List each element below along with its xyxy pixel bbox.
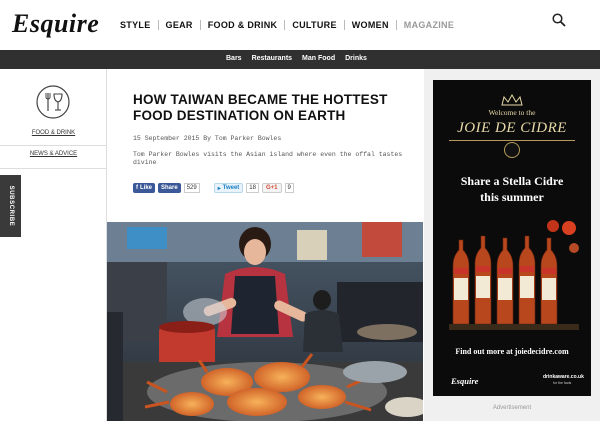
- article-standfirst: Tom Parker Bowles visits the Asian islan…: [133, 151, 403, 166]
- like-label: Like: [140, 185, 153, 191]
- article-byline: 15 September 2015 By Tom Parker Bowles: [133, 135, 282, 142]
- subnav-restaurants[interactable]: Restaurants: [252, 55, 292, 62]
- facebook-share-button[interactable]: Share: [158, 183, 181, 193]
- crown-icon: [501, 94, 523, 106]
- subscribe-label: SUBSCRIBE: [8, 185, 14, 227]
- left-sidebar: FOOD & DRINK NEWS & ADVICE: [0, 69, 107, 421]
- nav-food-drink[interactable]: FOOD & DRINK: [201, 20, 286, 30]
- fork-and-glass-icon: [36, 85, 70, 119]
- page: Esquire STYLE GEAR FOOD & DRINK CULTURE …: [0, 0, 600, 421]
- stella-artois-logo: [504, 142, 520, 158]
- hero-image-taiwan-food-stall: [107, 222, 423, 421]
- ad-welcome-text: Welcome to the: [488, 108, 536, 117]
- ad-area: Welcome to the JOIE DE CIDRE Share a Ste…: [424, 69, 600, 421]
- section-link-food-drink[interactable]: FOOD & DRINK: [0, 130, 107, 136]
- ad-headline-line1: Share a Stella Cidre: [460, 174, 564, 188]
- ad-headline-line2: this summer: [480, 190, 544, 204]
- drinkaware-logo: drinkaware.co.uk: [543, 374, 584, 380]
- social-share-bar: f Like Share 529 ▸ Tweet 18 G+1 9: [133, 183, 294, 193]
- nav-style[interactable]: STYLE: [113, 20, 159, 30]
- advertisement-label: Advertisement: [492, 405, 532, 411]
- subnav-drinks[interactable]: Drinks: [345, 55, 367, 62]
- twitter-bird-icon: ▸: [217, 185, 221, 192]
- nav-magazine[interactable]: MAGAZINE: [397, 20, 461, 30]
- tweet-label: Tweet: [222, 185, 240, 191]
- section-badge: FOOD & DRINK: [0, 69, 107, 146]
- nav-women[interactable]: WOMEN: [345, 20, 397, 30]
- ad-cta-link[interactable]: Find out more at joiedecidre.com: [433, 347, 591, 356]
- news-advice-link[interactable]: NEWS & ADVICE: [0, 151, 107, 157]
- nav-gear[interactable]: GEAR: [159, 20, 201, 30]
- article-headline: HOW TAIWAN BECAME THE HOTTEST FOOD DESTI…: [133, 92, 388, 123]
- ad-title: JOIE DE CIDRE: [457, 120, 567, 136]
- google-plus-button[interactable]: G+1: [261, 183, 282, 193]
- search-icon[interactable]: [552, 13, 566, 27]
- share-count: 529: [183, 183, 200, 193]
- esquire-logo[interactable]: Esquire: [12, 9, 99, 39]
- subscribe-tab[interactable]: SUBSCRIBE: [0, 175, 21, 237]
- ad-esquire-logo: Esquire: [451, 376, 479, 386]
- subnav-bars[interactable]: Bars: [226, 55, 242, 62]
- facebook-like-button[interactable]: f Like: [133, 183, 156, 193]
- cider-bottles-image: [449, 220, 579, 330]
- sidebar-divider: [0, 168, 107, 169]
- tweet-count: 18: [246, 183, 259, 193]
- tweet-button[interactable]: ▸ Tweet: [213, 183, 244, 193]
- subnav-man-food[interactable]: Man Food: [302, 55, 335, 62]
- facebook-icon: f: [136, 185, 138, 191]
- drinkaware-tagline: for the facts: [553, 381, 572, 385]
- stella-cidre-advert[interactable]: Welcome to the JOIE DE CIDRE Share a Ste…: [433, 80, 591, 396]
- sub-nav: Bars Restaurants Man Food Drinks: [0, 50, 600, 69]
- site-header: Esquire STYLE GEAR FOOD & DRINK CULTURE …: [0, 0, 600, 50]
- main-nav: STYLE GEAR FOOD & DRINK CULTURE WOMEN MA…: [113, 20, 461, 30]
- ad-divider: [449, 140, 575, 141]
- gplus-count: 9: [284, 183, 294, 193]
- nav-culture[interactable]: CULTURE: [285, 20, 345, 30]
